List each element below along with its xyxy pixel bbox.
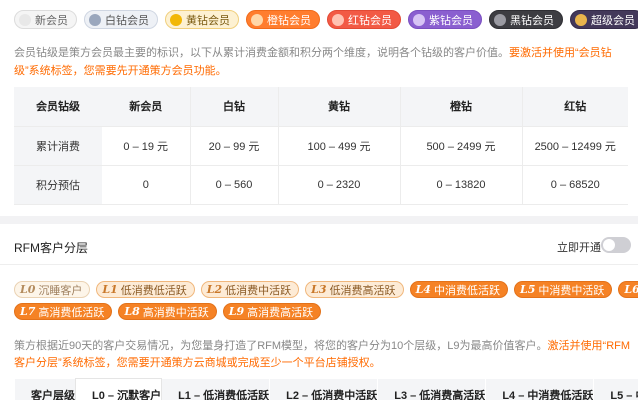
- rfm-level-label: 高消费高活跃: [247, 306, 314, 319]
- member-badge-label: 新会员: [35, 14, 68, 27]
- rfm-level-code: L3: [311, 283, 327, 296]
- member-description: 会员钻级是策方会员最主要的标识，以下从累计消费金额和积分两个维度，说明各个钻级的…: [14, 44, 630, 80]
- member-badge-row: 新会员 白钻会员 黄钻会员 橙钻会员 红钻会员 紫钻会员 黑钻会员 超级会员: [14, 10, 638, 30]
- member-badge: 紫钻会员: [408, 10, 482, 29]
- rfm-level-label: 中消费中活跃: [538, 284, 605, 297]
- table-header-cell: L4 – 中消费低活跃: [485, 378, 594, 400]
- rfm-level-label: 中消费低活跃: [433, 284, 500, 297]
- table-header-cell: 新会员: [102, 87, 190, 127]
- member-badge-label: 紫钻会员: [429, 14, 473, 27]
- rfm-level-chip: L3 低消费高活跃: [305, 281, 404, 298]
- table-row: 累计消费 0 – 19 元 20 – 99 元 100 – 499 元 500 …: [14, 126, 628, 166]
- toggle-knob: [603, 239, 615, 251]
- member-badge: 超级会员: [570, 10, 638, 29]
- diamond-icon: [251, 13, 263, 26]
- member-level-table: 会员钻级 新会员 白钻 黄钻 橙钻 红钻 累计消费 0 – 19 元 20 – …: [14, 87, 628, 205]
- diamond-icon: [413, 13, 425, 26]
- rfm-level-label: 低消费高活跃: [329, 284, 396, 297]
- rfm-level-label: 低消费低活跃: [120, 284, 187, 297]
- rfm-level-label: 高消费低活跃: [38, 306, 105, 319]
- rfm-description-text: 策方根据近90天的客户交易情况，为您量身打造了RFM模型，将您的客户分为10个层…: [14, 340, 548, 352]
- member-badge: 红钻会员: [327, 10, 401, 29]
- table-header-cell: L2 – 低消费中活跃: [269, 378, 378, 400]
- table-row: 积分预估 0 0 – 560 0 – 2320 0 – 13820 0 – 68…: [14, 165, 628, 205]
- member-badge-label: 橙钻会员: [267, 14, 311, 27]
- member-badge-label: 红钻会员: [348, 14, 392, 27]
- rfm-level-chip: L0 沉睡客户: [14, 281, 91, 298]
- rfm-level-chip: L5 中消费中活跃: [513, 281, 613, 298]
- rfm-level-row: L0 沉睡客户 L1 低消费低活跃 L2 低消费中活跃 L3 低消费高活跃 L4 中消费低活跃 L5…: [14, 281, 638, 299]
- rfm-level-chip: L7 高消费低活跃: [14, 303, 113, 320]
- diamond-icon: [170, 13, 182, 26]
- rfm-level-chip: L4 中消费低活跃: [409, 281, 508, 298]
- diamond-icon: [89, 13, 101, 26]
- rfm-level-chip: L9 高消费高活跃: [222, 303, 322, 320]
- table-header-cell: 黄钻: [277, 87, 400, 127]
- rfm-level-code: L8: [124, 305, 140, 318]
- member-description-text: 会员钻级是策方会员最主要的标识，以下从累计消费金额和积分两个维度，说明各个钻级的…: [14, 47, 509, 59]
- member-badge: 白钻会员: [84, 10, 158, 29]
- table-header-cell: L5 – 中: [593, 378, 638, 400]
- diamond-icon: [332, 13, 344, 26]
- member-badge-label: 白钻会员: [105, 14, 149, 27]
- table-header-cell: L1 – 低消费低活跃: [161, 378, 270, 400]
- table-row-label: 积分预估: [14, 165, 102, 205]
- table-row-label: 累计消费: [14, 126, 102, 166]
- table-cell: 0 – 68520: [521, 165, 628, 205]
- member-badge: 新会员: [14, 10, 77, 29]
- rfm-level-label: 低消费中活跃: [225, 284, 292, 297]
- table-cell: 0 – 19 元: [102, 126, 190, 166]
- rfm-description: 策方根据近90天的客户交易情况，为您量身打造了RFM模型，将您的客户分为10个层…: [14, 338, 632, 372]
- table-header-row: 会员钻级 新会员 白钻 黄钻 橙钻 红钻: [14, 87, 628, 127]
- table-cell: 100 – 499 元: [277, 126, 400, 166]
- member-badge: 橙钻会员: [246, 10, 320, 29]
- rfm-section-title: RFM客户分层: [14, 241, 88, 255]
- member-badge-label: 黄钻会员: [186, 14, 230, 27]
- activate-toggle-label: 立即开通: [557, 242, 601, 254]
- table-cell: 20 – 99 元: [189, 126, 278, 166]
- rfm-level-row: L7 高消费低活跃 L8 高消费中活跃 L9 高消费高活跃: [14, 303, 322, 321]
- rfm-level-chip: L1 低消费低活跃: [96, 281, 195, 298]
- rfm-level-chip: L6中消费高活跃: [618, 281, 638, 298]
- section-divider: [0, 264, 638, 265]
- rfm-level-label: 沉睡客户: [38, 284, 83, 297]
- table-header-cell: L0 – 沉默客户: [74, 378, 163, 400]
- table-cell: 0 – 13820: [399, 165, 522, 205]
- rfm-level-code: L6: [624, 283, 638, 296]
- rfm-level-code: L1: [102, 283, 118, 296]
- table-header-row: 客户层级 L0 – 沉默客户 L1 – 低消费低活跃 L2 – 低消费中活跃 L…: [14, 378, 638, 400]
- member-badge: 黑钻会员: [489, 10, 563, 29]
- table-header-cell: 红钻: [521, 87, 628, 127]
- rfm-level-code: L4: [415, 283, 431, 296]
- table-cell: 0: [102, 165, 190, 205]
- member-level-panel: 新会员 白钻会员 黄钻会员 橙钻会员 红钻会员 紫钻会员 黑钻会员 超级会员 会员钻级是策方会…: [0, 0, 638, 216]
- rfm-level-code: L9: [228, 305, 245, 318]
- rfm-panel: RFM客户分层 立即开通 L0 沉睡客户 L1 低消费低活跃 L2 低消费中活跃 L3 低消费…: [0, 224, 638, 400]
- table-header-cell: 客户层级: [14, 378, 76, 400]
- table-cell: 0 – 560: [189, 165, 278, 205]
- circle-icon: [19, 13, 31, 26]
- activate-toggle[interactable]: [601, 237, 631, 253]
- rfm-level-code: L0: [20, 283, 36, 296]
- diamond-icon: [494, 13, 506, 26]
- table-header-cell: L3 – 低消费高活跃: [377, 378, 486, 400]
- rfm-level-chip: L2 低消费中活跃: [200, 281, 300, 298]
- table-header-cell: 橙钻: [399, 87, 522, 127]
- rfm-level-chip: L8 高消费中活跃: [118, 303, 217, 320]
- rfm-level-code: L2: [206, 283, 223, 296]
- table-header-cell: 会员钻级: [14, 87, 102, 127]
- table-cell: 2500 – 12499 元: [521, 126, 628, 166]
- rfm-level-code: L7: [20, 305, 36, 318]
- crown-icon: [575, 13, 587, 26]
- member-badge: 黄钻会员: [165, 10, 239, 29]
- rfm-level-table: 客户层级 L0 – 沉默客户 L1 – 低消费低活跃 L2 – 低消费中活跃 L…: [14, 378, 638, 400]
- table-header-cell: 白钻: [189, 87, 278, 127]
- rfm-level-label: 高消费中活跃: [142, 306, 209, 319]
- member-badge-label: 黑钻会员: [510, 14, 554, 27]
- member-badge-label: 超级会员: [591, 14, 635, 27]
- table-cell: 0 – 2320: [277, 165, 400, 205]
- rfm-level-code: L5: [519, 283, 536, 296]
- table-cell: 500 – 2499 元: [399, 126, 522, 166]
